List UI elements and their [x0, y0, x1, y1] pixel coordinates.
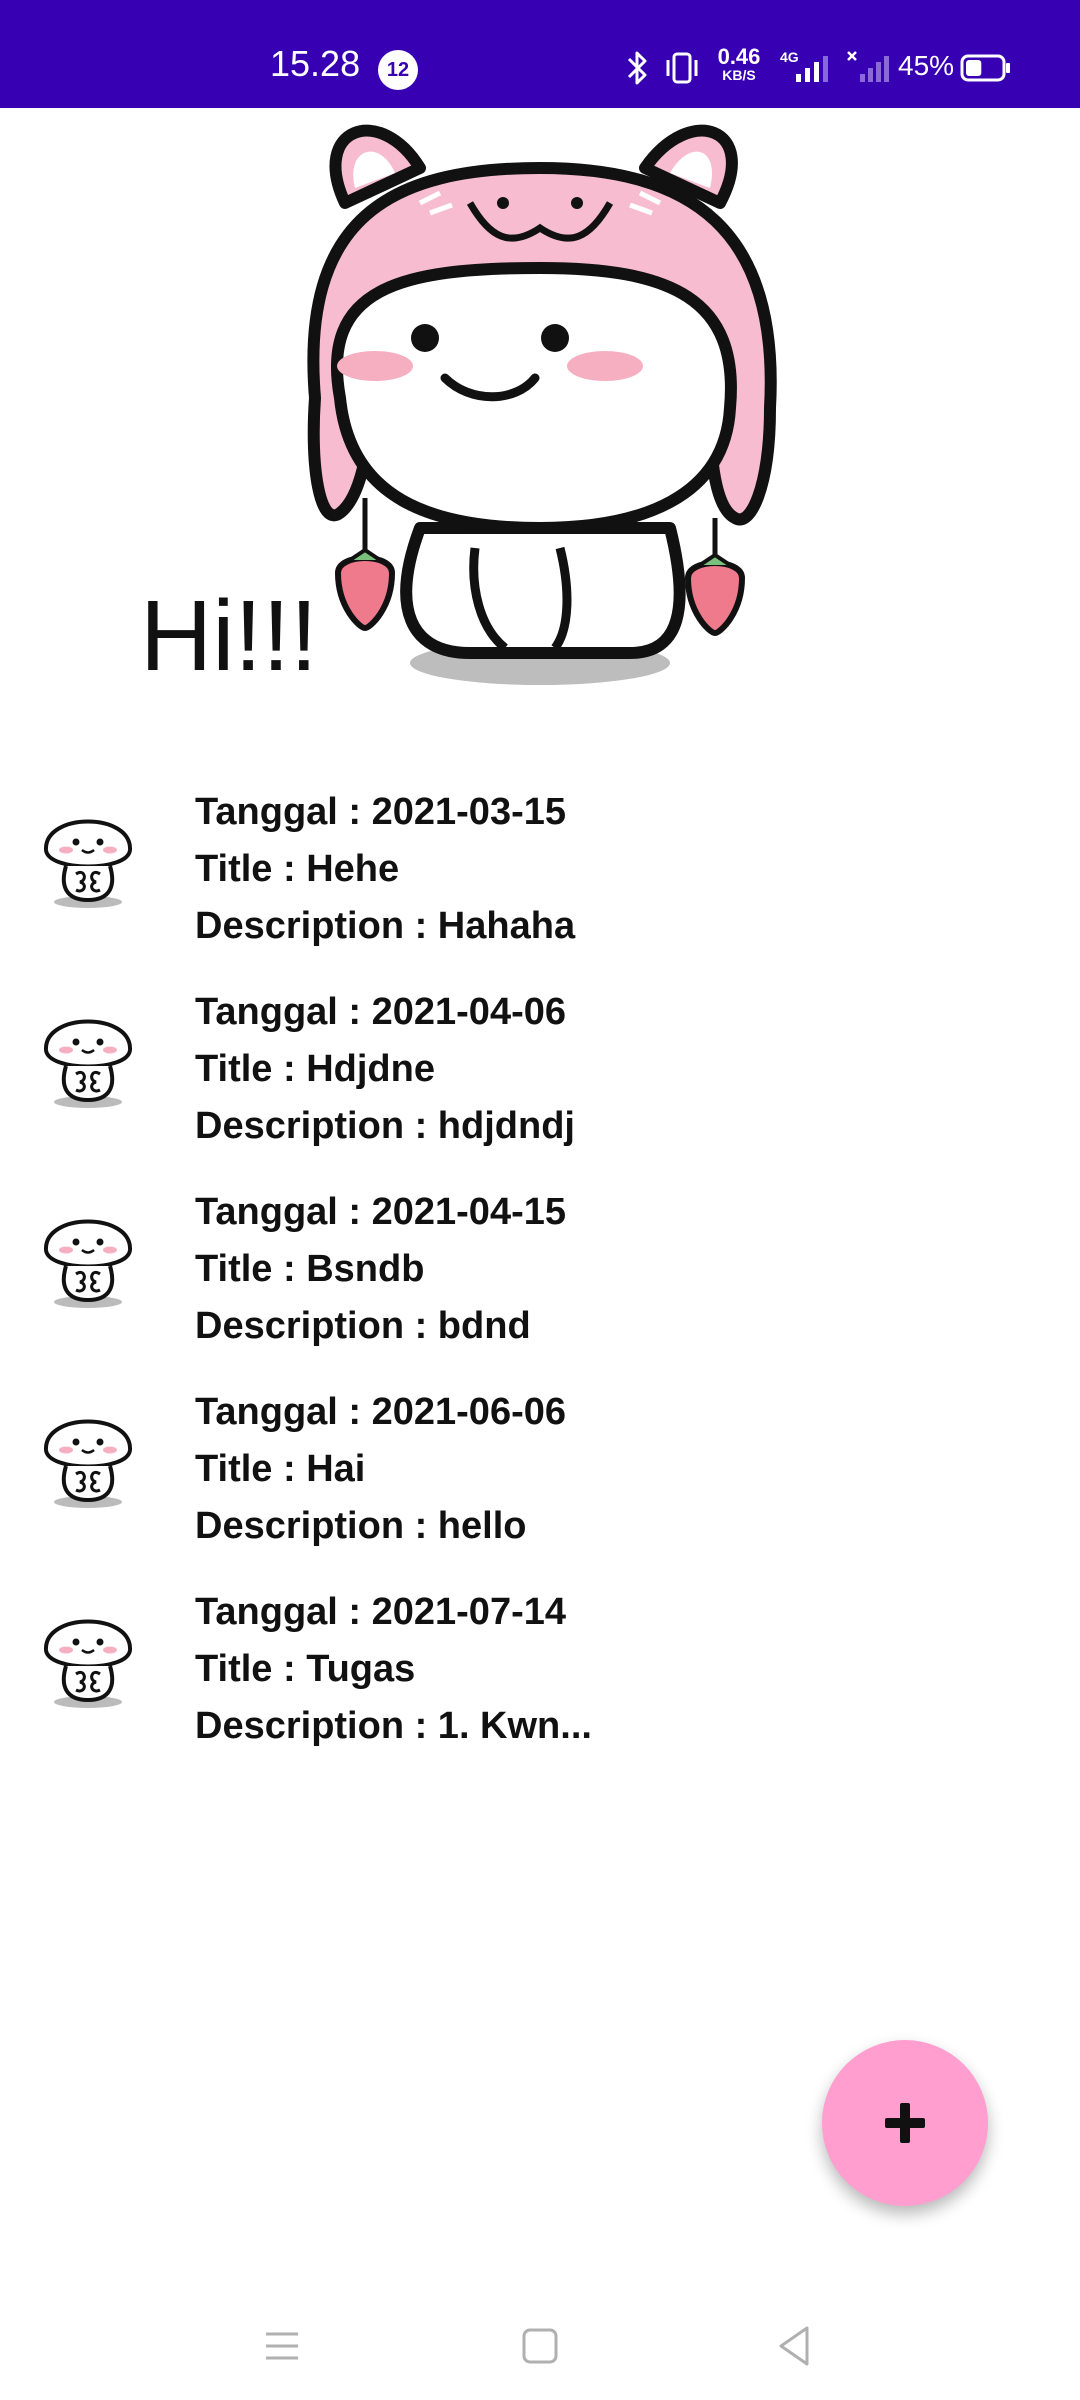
note-title: Title : Tugas — [195, 1648, 416, 1690]
network-speed: 0.46 KB/S — [712, 44, 766, 83]
character-avatar-icon — [43, 1619, 133, 1708]
note-item[interactable]: Tanggal : 2021-04-15 Title : Bsndb Descr… — [0, 1170, 1080, 1370]
greeting-heading: Hi!!! — [140, 580, 318, 692]
signal-icon: 4G — [780, 49, 828, 82]
note-item[interactable]: Tanggal : 2021-03-15 Title : Hehe Descri… — [0, 770, 1080, 970]
note-date: Tanggal : 2021-03-15 — [195, 791, 567, 833]
character-avatar-icon — [43, 1019, 133, 1108]
back-icon[interactable] — [765, 2316, 825, 2376]
note-item[interactable]: Tanggal : 2021-06-06 Title : Hai Descrip… — [0, 1370, 1080, 1570]
notes-list: Tanggal : 2021-03-15 Title : Hehe Descri… — [0, 770, 1080, 1770]
note-title: Title : Hai — [195, 1448, 366, 1490]
home-icon[interactable] — [510, 2316, 570, 2376]
notification-badge: 12 — [378, 50, 418, 90]
note-date: Tanggal : 2021-07-14 — [195, 1591, 567, 1633]
battery-percent: 45% — [898, 50, 955, 81]
add-note-button[interactable] — [822, 2040, 988, 2206]
note-date: Tanggal : 2021-04-06 — [195, 991, 567, 1033]
note-title: Title : Hehe — [195, 848, 400, 890]
navigation-bar — [0, 2290, 1080, 2400]
note-description: Description : Hahaha — [195, 905, 576, 947]
vibrate-icon — [666, 52, 698, 84]
note-item[interactable]: Tanggal : 2021-04-06 Title : Hdjdne Desc… — [0, 970, 1080, 1170]
plus-icon — [885, 2103, 925, 2143]
bunny-hood-sticker — [307, 124, 777, 685]
character-avatar-icon — [43, 1219, 133, 1308]
note-title: Title : Hdjdne — [195, 1048, 435, 1090]
no-signal-icon — [847, 51, 889, 82]
note-description: Description : bdnd — [195, 1305, 531, 1347]
note-title: Title : Bsndb — [195, 1248, 425, 1290]
status-bar: 15.28 12 0.46 KB/S 4G 45% — [0, 0, 1080, 108]
character-avatar-icon — [43, 1419, 133, 1508]
character-avatar-icon — [43, 819, 133, 908]
network-speed-value: 0.46 — [717, 44, 761, 69]
note-item[interactable]: Tanggal : 2021-07-14 Title : Tugas Descr… — [0, 1570, 1080, 1770]
note-date: Tanggal : 2021-06-06 — [195, 1391, 567, 1433]
network-type-label: 4G — [780, 49, 799, 65]
bluetooth-icon — [627, 51, 647, 85]
note-description: Description : hdjdndj — [195, 1105, 575, 1147]
battery-icon — [960, 54, 1010, 82]
note-description: Description : hello — [195, 1505, 527, 1547]
status-time: 15.28 — [270, 43, 361, 84]
menu-icon[interactable] — [252, 2316, 312, 2376]
note-date: Tanggal : 2021-04-15 — [195, 1191, 567, 1233]
note-description: Description : 1. Kwn... — [195, 1705, 592, 1747]
network-speed-unit: KB/S — [722, 67, 756, 83]
